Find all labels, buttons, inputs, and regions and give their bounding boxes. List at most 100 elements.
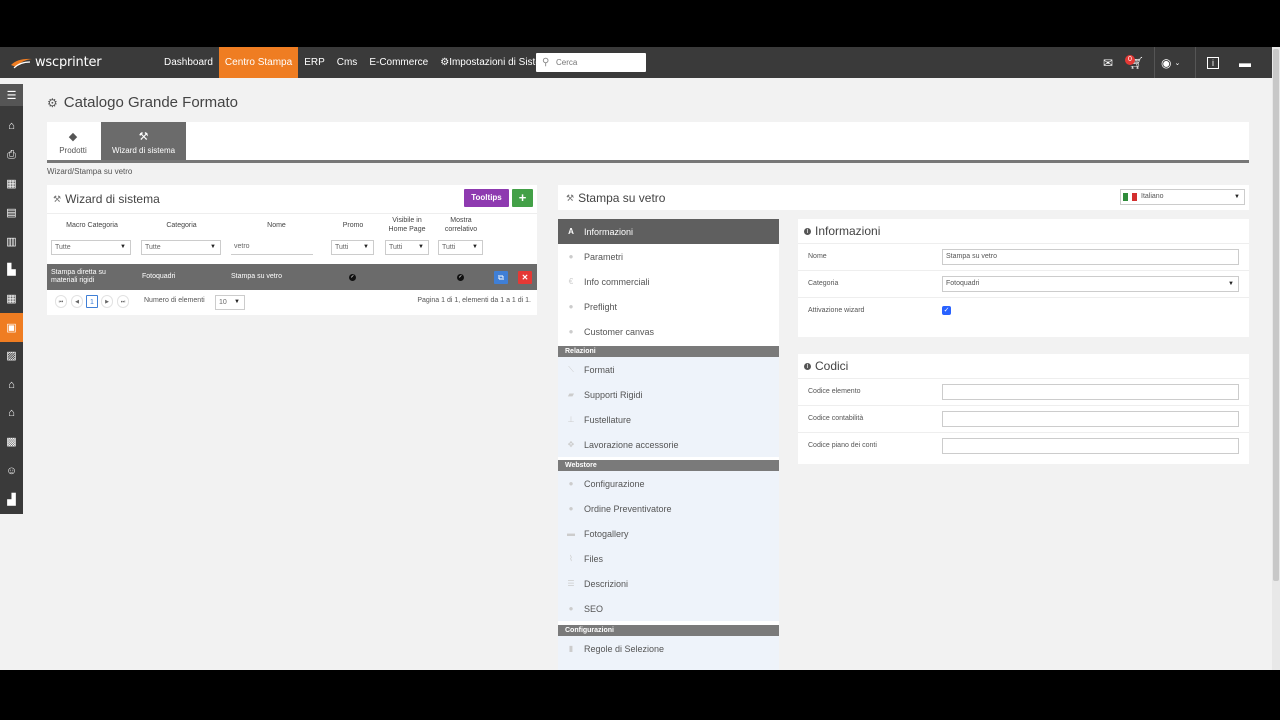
codice-piano-input[interactable] [942,438,1239,454]
nav-ecommerce[interactable]: E-Commerce [363,47,434,78]
top-navbar: wscprinter Dashboard Centro Stampa ERP C… [0,47,1272,78]
nome-input[interactable]: Stampa su vetro [942,249,1239,265]
menu-item-label: Supporti Rigidi [584,389,643,400]
filter-visibile-select[interactable]: Tutti ▼ [385,240,429,255]
filter-mostra-select[interactable]: Tutti ▼ [438,240,483,255]
delete-button[interactable]: ✕ [518,271,532,284]
print-job-icon[interactable]: ▥ [0,227,23,256]
copy-button[interactable]: ⧉ [494,271,508,284]
tab-prodotti[interactable]: ◆ Prodotti [47,122,99,160]
app-window: wscprinter Dashboard Centro Stampa ERP C… [0,47,1280,670]
menu-item-files[interactable]: ⌇ Files [558,546,779,571]
grid-header: Macro Categoria Categoria Nome Promo Vis… [47,213,537,235]
menu-toggle-icon[interactable]: ☰ [0,84,23,106]
cart-badge: 0 [1125,55,1135,65]
gears-icon: ⚙ [47,95,58,110]
nav-erp[interactable]: ERP [298,47,331,78]
col-promo[interactable]: Promo [330,214,376,236]
menu-item-lavorazione-accessorie[interactable]: ✥ Lavorazione accessorie [558,432,779,457]
catalog-settings-icon[interactable]: ▨ [0,342,23,371]
filter-nome-input[interactable]: vetro [231,240,313,255]
col-categoria[interactable]: Categoria [139,214,224,236]
nav-centro-stampa[interactable]: Centro Stampa [218,47,299,78]
calculator-icon[interactable]: ▦ [0,169,23,198]
nav-dashboard[interactable]: Dashboard [158,47,219,78]
caret-down-icon: ▼ [234,299,240,305]
col-visibile-home[interactable]: Visibile in Home Page [382,214,432,236]
tooltips-button[interactable]: Tooltips [464,189,509,207]
col-nome[interactable]: Nome [229,214,324,236]
next-page-button[interactable]: ▶ [101,295,113,308]
menu-item-parametri[interactable]: ● Parametri [558,244,779,269]
menu-item-informazioni[interactable]: A Informazioni [558,219,779,244]
logo[interactable]: wscprinter [10,54,102,71]
menu-item-label: Customer canvas [584,326,655,337]
prev-page-button[interactable]: ◀ [71,295,83,308]
tab-wizard[interactable]: ⚒ Wizard di sistema [101,122,186,160]
menu-item-regole-selezione[interactable]: ▮ Regole di Selezione [558,636,779,661]
camera-icon: ▬ [567,529,575,538]
nav-cms[interactable]: Cms [331,47,364,78]
menu-item-supporti-rigidi[interactable]: ▰ Supporti Rigidi [558,382,779,407]
factory-icon[interactable]: ▟ [0,485,23,514]
building-icon[interactable]: ▙ [0,255,23,284]
canvas-icon: ● [568,327,574,336]
search-input[interactable] [556,58,640,67]
user-menu[interactable]: ◉ ⌄ [1161,47,1180,78]
menu-item-fustellature[interactable]: ⊥ Fustellature [558,407,779,432]
col-mostra-correlativo[interactable]: Mostra correlativo [437,214,485,236]
check-icon: ✓ [457,273,464,281]
page-scrollbar[interactable] [1272,47,1280,670]
catalog-icon[interactable]: ▣ [0,312,23,342]
first-page-button[interactable]: ⏮ [55,295,67,308]
user-icon: ◉ [1161,55,1172,70]
chat-icon[interactable]: ▬ [1239,47,1251,78]
current-page[interactable]: 1 [86,295,98,308]
cell-nome: Stampa su vetro [231,273,282,280]
menu-item-fotogallery[interactable]: ▬ Fotogallery [558,521,779,546]
menu-item-customer-canvas[interactable]: ● Customer canvas [558,319,779,344]
home-icon[interactable]: ⌂ [0,112,23,141]
menu-item-seo[interactable]: ● SEO [558,596,779,621]
items-per-page-select[interactable]: 10 ▼ [215,295,245,310]
warehouse-alt-icon[interactable]: ⌂ [0,399,23,428]
cog-icon: ● [568,479,574,488]
warehouse-icon[interactable]: ⌂ [0,370,23,399]
page-title-text: Catalogo Grande Formato [63,94,239,111]
users-icon[interactable]: ☺ [0,456,23,485]
menu-item-preflight[interactable]: ● Preflight [558,294,779,319]
add-wizard-button[interactable]: + [512,189,533,207]
menu-item-descrizioni[interactable]: ☰ Descrizioni [558,571,779,596]
menu-item-configurazione[interactable]: ● Configurazione [558,471,779,496]
codice-contabilita-label: Codice contabilità [808,415,864,422]
attivazione-checkbox[interactable]: ✓ [942,306,951,315]
menu-item-ordine-preventivatore[interactable]: ● Ordine Preventivatore [558,496,779,521]
filter-categoria-select[interactable]: Tutte ▼ [141,240,221,255]
menu-item-label: Files [584,553,604,564]
codice-contabilita-input[interactable] [942,411,1239,427]
language-select[interactable]: Italiano ▼ [1120,189,1245,205]
col-macro-categoria[interactable]: Macro Categoria [47,214,137,236]
categoria-select[interactable]: Fotoquadri ▼ [942,276,1239,292]
info-icon[interactable]: i [1207,47,1219,78]
card-title: i Codici [798,354,1249,378]
caret-down-icon: ▼ [418,244,424,250]
cell-promo: ✓ [349,264,356,290]
filter-promo-select[interactable]: Tutti ▼ [331,240,374,255]
table-row[interactable]: Stampa diretta su materiali rigidi Fotoq… [47,264,537,290]
filter-promo-value: Tutti [335,244,349,251]
document-icon[interactable]: ▤ [0,198,23,227]
filter-macro-select[interactable]: Tutte ▼ [51,240,131,255]
printer-icon[interactable]: ⎙ [0,141,23,170]
last-page-button[interactable]: ⏭ [117,295,129,308]
codice-elemento-input[interactable] [942,384,1239,400]
layout-icon[interactable]: ▦ [0,284,23,313]
scrollbar-thumb[interactable] [1273,49,1279,581]
machine-icon[interactable]: ▩ [0,428,23,457]
menu-item-formati[interactable]: ⟍ Formati [558,357,779,382]
search-box[interactable]: ⚲ [536,53,646,72]
mail-icon[interactable]: ✉ [1103,47,1113,78]
menu-item-more[interactable]: ● [558,661,779,670]
pager-summary: Pagina 1 di 1, elementi da 1 a 1 di 1. [417,297,531,304]
menu-item-info-commerciali[interactable]: € Info commerciali [558,269,779,294]
